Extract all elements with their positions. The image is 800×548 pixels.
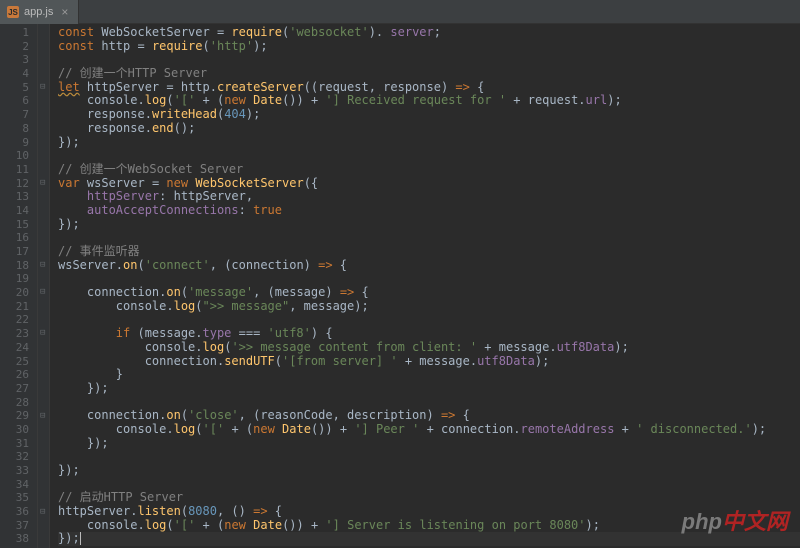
code-line: console.log(">> message", message); xyxy=(58,300,800,314)
line-number: 28 xyxy=(0,396,29,410)
code-line: // 事件监听器 xyxy=(58,245,800,259)
code-line xyxy=(58,450,800,464)
svg-text:JS: JS xyxy=(8,8,18,17)
code-line: }); xyxy=(58,532,800,546)
close-icon[interactable]: × xyxy=(61,5,68,19)
line-number: 32 xyxy=(0,450,29,464)
code-line: var wsServer = new WebSocketServer({ xyxy=(58,177,800,191)
line-number: 24 xyxy=(0,341,29,355)
code-line: const WebSocketServer = require('websock… xyxy=(58,26,800,40)
line-number: 6 xyxy=(0,94,29,108)
code-line: } xyxy=(58,368,800,382)
fold-toggle[interactable]: ⊟ xyxy=(40,177,45,191)
line-number: 36 xyxy=(0,505,29,519)
line-number: 18 xyxy=(0,259,29,273)
tab-bar: JS app.js × xyxy=(0,0,800,24)
line-number: 3 xyxy=(0,53,29,67)
line-number: 8 xyxy=(0,122,29,136)
line-number: 31 xyxy=(0,437,29,451)
fold-toggle[interactable]: ⊟ xyxy=(40,286,45,300)
line-number: 16 xyxy=(0,231,29,245)
line-number: 37 xyxy=(0,519,29,533)
line-number-gutter: 1234567891011121314151617181920212223242… xyxy=(0,24,38,548)
code-line xyxy=(58,396,800,410)
line-number: 7 xyxy=(0,108,29,122)
code-line: }); xyxy=(58,464,800,478)
code-line: // 创建一个WebSocket Server xyxy=(58,163,800,177)
line-number: 9 xyxy=(0,136,29,150)
fold-toggle[interactable]: ⊟ xyxy=(40,506,45,520)
code-line: httpServer.listen(8080, () => { xyxy=(58,505,800,519)
fold-toggle[interactable]: ⊟ xyxy=(40,410,45,424)
code-line: connection.sendUTF('[from server] ' + me… xyxy=(58,355,800,369)
code-line: }); xyxy=(58,136,800,150)
line-number: 17 xyxy=(0,245,29,259)
line-number: 4 xyxy=(0,67,29,81)
code-line: response.writeHead(404); xyxy=(58,108,800,122)
fold-toggle[interactable]: ⊟ xyxy=(40,259,45,273)
code-line xyxy=(58,478,800,492)
js-file-icon: JS xyxy=(6,5,20,19)
code-line: console.log('[' + (new Date()) + '] Serv… xyxy=(58,519,800,533)
fold-toggle[interactable]: ⊟ xyxy=(40,327,45,341)
code-line: }); xyxy=(58,437,800,451)
line-number: 22 xyxy=(0,313,29,327)
code-line xyxy=(58,272,800,286)
code-line: }); xyxy=(58,218,800,232)
code-line: const http = require('http'); xyxy=(58,40,800,54)
line-number: 34 xyxy=(0,478,29,492)
fold-gutter: ⊟ ⊟ ⊟ ⊟ ⊟ ⊟ ⊟ xyxy=(38,24,50,548)
fold-toggle[interactable]: ⊟ xyxy=(40,81,45,95)
line-number: 30 xyxy=(0,423,29,437)
line-number: 21 xyxy=(0,300,29,314)
editor: 1234567891011121314151617181920212223242… xyxy=(0,24,800,548)
tab-filename: app.js xyxy=(24,6,53,18)
code-line: console.log('[' + (new Date()) + '] Peer… xyxy=(58,423,800,437)
line-number: 38 xyxy=(0,532,29,546)
code-line xyxy=(58,313,800,327)
code-line: if (message.type === 'utf8') { xyxy=(58,327,800,341)
code-line: // 创建一个HTTP Server xyxy=(58,67,800,81)
line-number: 10 xyxy=(0,149,29,163)
code-line: response.end(); xyxy=(58,122,800,136)
code-area[interactable]: const WebSocketServer = require('websock… xyxy=(50,24,800,548)
code-line: console.log('[' + (new Date()) + '] Rece… xyxy=(58,94,800,108)
code-line: connection.on('close', (reasonCode, desc… xyxy=(58,409,800,423)
line-number: 27 xyxy=(0,382,29,396)
line-number: 2 xyxy=(0,40,29,54)
caret xyxy=(80,532,81,545)
code-line: connection.on('message', (message) => { xyxy=(58,286,800,300)
code-line xyxy=(58,231,800,245)
line-number: 23 xyxy=(0,327,29,341)
code-line: httpServer: httpServer, xyxy=(58,190,800,204)
code-line xyxy=(58,53,800,67)
line-number: 25 xyxy=(0,355,29,369)
line-number: 12 xyxy=(0,177,29,191)
line-number: 15 xyxy=(0,218,29,232)
line-number: 29 xyxy=(0,409,29,423)
line-number: 26 xyxy=(0,368,29,382)
line-number: 20 xyxy=(0,286,29,300)
code-line: console.log('>> message content from cli… xyxy=(58,341,800,355)
code-line: autoAcceptConnections: true xyxy=(58,204,800,218)
code-line: }); xyxy=(58,382,800,396)
code-line: // 启动HTTP Server xyxy=(58,491,800,505)
code-line: wsServer.on('connect', (connection) => { xyxy=(58,259,800,273)
line-number: 14 xyxy=(0,204,29,218)
line-number: 33 xyxy=(0,464,29,478)
line-number: 5 xyxy=(0,81,29,95)
line-number: 19 xyxy=(0,272,29,286)
file-tab[interactable]: JS app.js × xyxy=(0,0,79,24)
code-line: let httpServer = http.createServer((requ… xyxy=(58,81,800,95)
line-number: 11 xyxy=(0,163,29,177)
code-line xyxy=(58,149,800,163)
line-number: 35 xyxy=(0,491,29,505)
line-number: 1 xyxy=(0,26,29,40)
line-number: 13 xyxy=(0,190,29,204)
